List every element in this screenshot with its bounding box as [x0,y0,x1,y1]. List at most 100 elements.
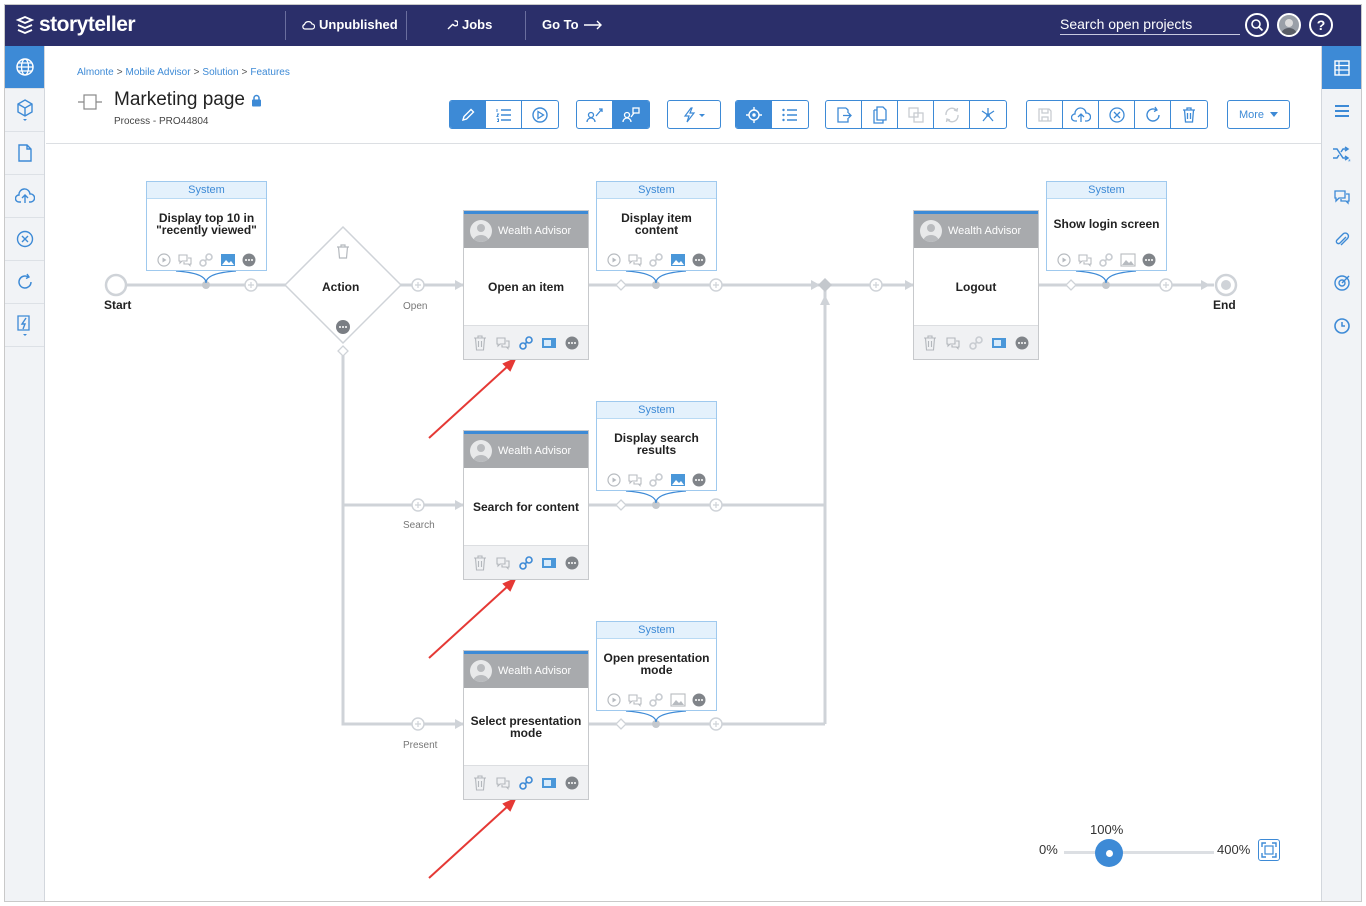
zoom-slider-track[interactable] [1064,851,1214,854]
more-icon[interactable] [564,335,580,351]
comment-icon[interactable] [627,472,643,488]
history-button[interactable] [1322,304,1361,347]
storyteller-logo[interactable]: storyteller [15,13,136,37]
comment-icon[interactable] [495,555,511,571]
start-event[interactable] [104,273,128,297]
image-icon[interactable] [670,472,686,488]
system-step-card[interactable]: System Display search results [596,401,717,491]
more-dropdown[interactable]: More [1227,100,1290,129]
trash-icon[interactable] [922,334,938,351]
more-icon[interactable] [691,472,707,488]
breadcrumb-item[interactable]: Almonte [77,67,114,78]
user-step-card[interactable]: Wealth Advisor Select presentation mode [463,650,589,800]
image-icon[interactable] [670,692,686,708]
trash-icon[interactable] [472,774,488,791]
help-button[interactable]: ? [1309,13,1333,37]
edit-mode-button[interactable] [450,101,486,128]
play-icon[interactable] [606,252,622,268]
actions-button[interactable] [668,101,720,128]
sync-button[interactable] [934,101,970,128]
zoom-slider-thumb[interactable] [1095,839,1123,867]
more-icon[interactable] [241,252,257,268]
duplicate-button[interactable] [898,101,934,128]
screen-icon[interactable] [541,775,557,791]
comment-icon[interactable] [627,252,643,268]
document-button[interactable] [5,132,44,175]
system-step-card[interactable]: System Open presentation mode [596,621,717,711]
upload-button[interactable] [1063,101,1099,128]
play-icon[interactable] [1056,252,1072,268]
link-icon[interactable] [518,555,534,571]
more-icon[interactable] [1014,335,1030,351]
play-mode-button[interactable] [522,101,558,128]
attachments-button[interactable] [1322,218,1361,261]
quick-edit-button[interactable] [5,304,44,347]
globe-button[interactable] [5,46,44,89]
comment-icon[interactable] [1077,252,1093,268]
breadcrumb-item[interactable]: Mobile Advisor [126,67,191,78]
cancel-button[interactable] [1099,101,1135,128]
user-step-card[interactable]: Wealth Advisor Search for content [463,430,589,580]
reload-button[interactable] [1135,101,1171,128]
close-button[interactable] [5,218,44,261]
unpublished-button[interactable]: Unpublished [301,17,398,32]
link-icon[interactable] [518,775,534,791]
system-step-card[interactable]: System Display item content [596,181,717,271]
trash-icon[interactable] [472,554,488,571]
comment-icon[interactable] [495,775,511,791]
fit-to-screen-button[interactable] [1258,839,1280,861]
link-icon[interactable] [648,252,664,268]
jobs-button[interactable]: Jobs [446,17,492,32]
comment-icon[interactable] [945,335,961,351]
shuffle-button[interactable]: * [1322,132,1361,175]
link-icon[interactable] [1098,252,1114,268]
more-icon[interactable] [691,252,707,268]
copy-button[interactable] [862,101,898,128]
actions-dropdown[interactable] [667,100,721,129]
user-steps-button[interactable] [577,101,613,128]
user-avatar[interactable] [1277,13,1301,37]
breadcrumb-item[interactable]: Solution [202,67,238,78]
more-icon[interactable] [691,692,707,708]
comment-icon[interactable] [495,335,511,351]
goto-button[interactable]: Go To [542,17,603,32]
list-mode-button[interactable] [486,101,522,128]
system-step-card[interactable]: System Show login screen [1046,181,1167,271]
comments-button[interactable] [1322,175,1361,218]
screen-icon[interactable] [541,555,557,571]
focus-button[interactable] [736,101,772,128]
play-icon[interactable] [606,692,622,708]
more-icon[interactable] [564,775,580,791]
target-button[interactable] [1322,261,1361,304]
system-steps-button[interactable] [613,101,649,128]
details-button[interactable] [772,101,808,128]
publish-button[interactable] [5,175,44,218]
more-icon[interactable] [564,555,580,571]
image-icon[interactable] [1120,252,1136,268]
user-step-card[interactable]: Wealth Advisor Logout [913,210,1039,360]
comment-icon[interactable] [627,692,643,708]
save-button[interactable] [1027,101,1063,128]
search-input[interactable]: Search open projects [1060,16,1240,35]
export-button[interactable] [826,101,862,128]
cube-button[interactable] [5,89,44,132]
system-step-card[interactable]: System Display top 10 in "recently viewe… [146,181,267,271]
breadcrumb-item[interactable]: Features [250,67,289,78]
comment-icon[interactable] [177,252,193,268]
link-icon[interactable] [968,335,984,351]
play-icon[interactable] [606,472,622,488]
screen-icon[interactable] [541,335,557,351]
play-icon[interactable] [156,252,172,268]
list-view-button[interactable] [1322,89,1361,132]
connect-button[interactable] [970,101,1006,128]
link-icon[interactable] [518,335,534,351]
link-icon[interactable] [648,692,664,708]
merge-gateway[interactable] [818,278,832,292]
grid-view-button[interactable] [1322,46,1361,89]
trash-icon[interactable] [472,334,488,351]
delete-button[interactable] [1171,101,1207,128]
screen-icon[interactable] [991,335,1007,351]
user-step-card[interactable]: Wealth Advisor Open an item [463,210,589,360]
image-icon[interactable] [220,252,236,268]
search-button[interactable] [1245,13,1269,37]
